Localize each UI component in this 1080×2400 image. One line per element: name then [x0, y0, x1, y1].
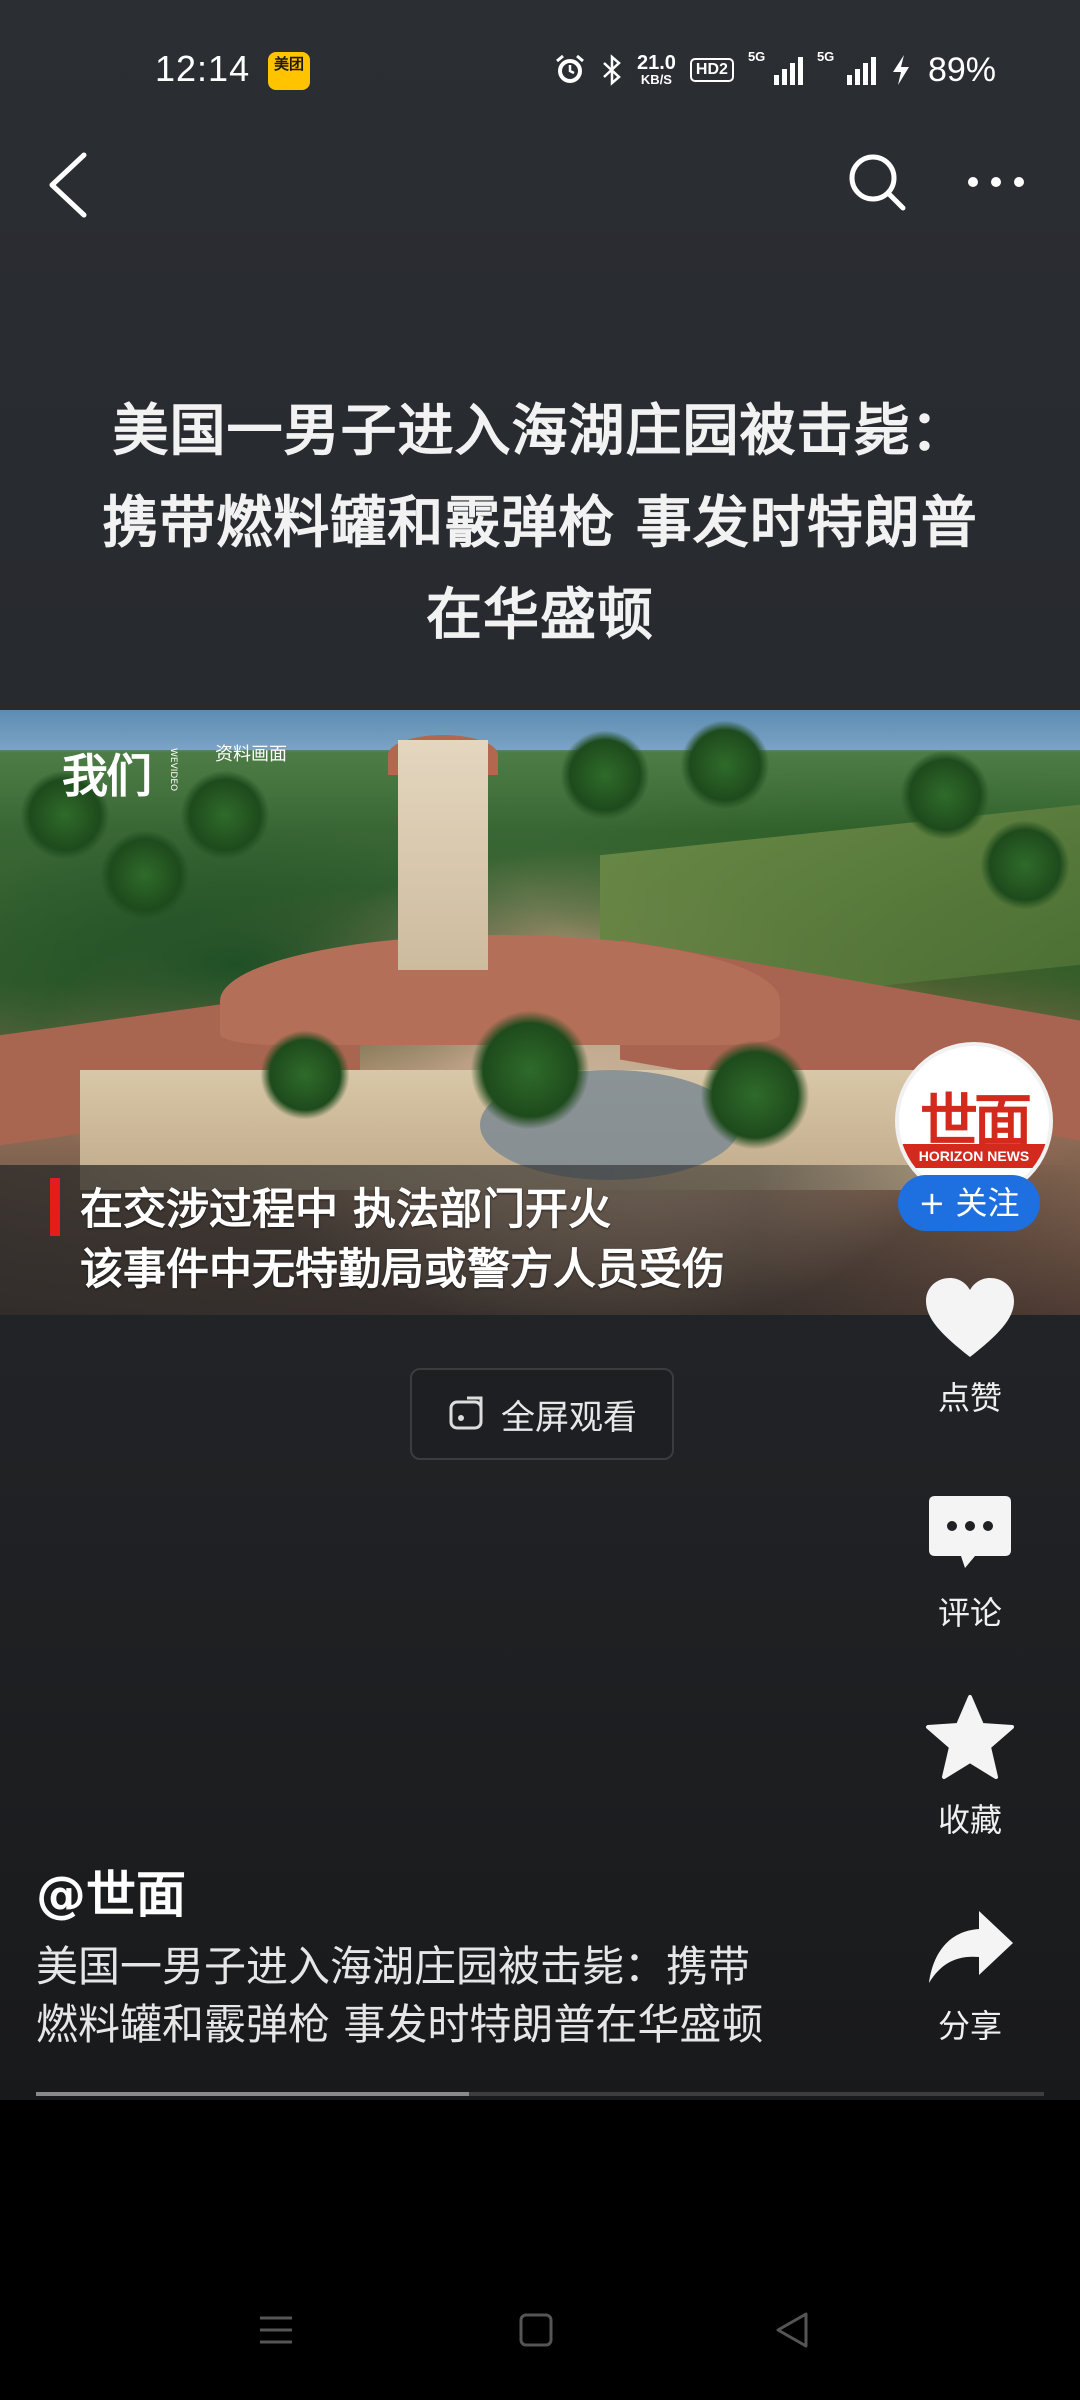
charging-icon	[892, 55, 909, 85]
status-bar: 12:14 美团 21.0 KB/S HD2 5G 5G 89%	[0, 0, 1080, 140]
video-source-logo-sub: WEVIDEO	[168, 748, 178, 792]
like-button[interactable]: 点赞	[900, 1275, 1040, 1419]
share-arrow-icon	[929, 1911, 1013, 1983]
archive-footage-tag: 资料画面	[215, 744, 287, 765]
back-icon[interactable]	[40, 145, 100, 225]
video-scene-palm	[700, 1040, 810, 1150]
home-nav-icon[interactable]	[516, 2310, 556, 2350]
search-icon[interactable]	[845, 150, 909, 214]
share-label: 分享	[937, 2007, 1002, 2045]
description-line-2: 燃料罐和霰弹枪 事发时特朗普在华盛顿	[36, 2000, 764, 2049]
meituan-notification-icon: 美团	[268, 52, 310, 90]
heart-icon	[926, 1278, 1014, 1357]
fullscreen-button[interactable]: 全屏观看	[410, 1368, 674, 1460]
star-icon	[926, 1695, 1014, 1779]
video-progress-bar[interactable]	[36, 2092, 1044, 2096]
fullscreen-icon	[449, 1396, 483, 1430]
back-nav-icon[interactable]	[772, 2310, 812, 2350]
more-icon[interactable]	[965, 160, 1027, 204]
comment-label: 评论	[937, 1594, 1002, 1632]
video-scene-palm	[560, 730, 650, 820]
signal-5g-icon: 5G	[748, 49, 803, 85]
screen: 12:14 美团 21.0 KB/S HD2 5G 5G 89% 美国一男子进入…	[0, 0, 1080, 2400]
video-progress-fill	[36, 2092, 470, 2096]
video-scene-palm	[470, 1010, 590, 1130]
video-scene-palm	[180, 770, 270, 860]
bluetooth-icon	[603, 54, 621, 86]
video-scene-sea	[0, 710, 1080, 750]
system-nav-area	[0, 2100, 1080, 2400]
avatar-logo-sub: HORIZON NEWS	[899, 1144, 1049, 1168]
alarm-icon	[556, 54, 584, 83]
meituan-badge-label: 美团	[273, 55, 304, 73]
fullscreen-label: 全屏观看	[501, 1397, 637, 1438]
video-scene-tower	[398, 740, 488, 970]
video-scene-palm	[900, 750, 990, 840]
status-icons: 21.0 KB/S HD2 5G 5G 89%	[553, 48, 996, 92]
video-scene-palm	[680, 720, 770, 810]
video-caption-line-2: 该事件中无特勤局或警方人员受伤	[80, 1245, 725, 1295]
battery-level: 89%	[927, 50, 996, 89]
headline-line-1: 美国一男子进入海湖庄园被击毙：	[112, 398, 968, 464]
headline-line-3: 在华盛顿	[426, 582, 654, 648]
comment-button[interactable]: 评论	[900, 1492, 1040, 1634]
video-caption-line-1: 在交涉过程中 执法部门开火	[80, 1185, 611, 1235]
share-button[interactable]: 分享	[900, 1905, 1040, 2047]
video-scene-palm	[980, 820, 1070, 910]
status-time: 12:14	[155, 48, 251, 89]
hd-voice-icon: HD2	[689, 58, 734, 82]
network-speed: 21.0 KB/S	[636, 52, 676, 87]
favorite-button[interactable]: 收藏	[900, 1693, 1040, 1841]
video-scene-palm	[260, 1030, 350, 1120]
description-line-1: 美国一男子进入海湖庄园被击毙：携带	[36, 1942, 751, 1991]
video-description[interactable]: 美国一男子进入海湖庄园被击毙：携带 燃料罐和霰弹枪 事发时特朗普在华盛顿	[36, 1938, 836, 2054]
follow-button[interactable]: + 关注	[898, 1175, 1040, 1231]
menu-nav-icon[interactable]	[256, 2310, 296, 2350]
video-source-logo: 我们	[62, 749, 152, 803]
headline-line-2: 携带燃料罐和霰弹枪 事发时特朗普	[102, 490, 978, 556]
comment-icon	[929, 1496, 1011, 1568]
author-handle[interactable]: @世面	[36, 1855, 186, 1927]
like-label: 点赞	[937, 1379, 1002, 1417]
video-scene-palm	[100, 830, 190, 920]
favorite-label: 收藏	[937, 1801, 1002, 1839]
signal-5g-icon-secondary: 5G	[817, 49, 876, 85]
article-headline: 美国一男子进入海湖庄园被击毙： 携带燃料罐和霰弹枪 事发时特朗普 在华盛顿	[50, 385, 1030, 661]
caption-accent-bar	[50, 1178, 60, 1236]
